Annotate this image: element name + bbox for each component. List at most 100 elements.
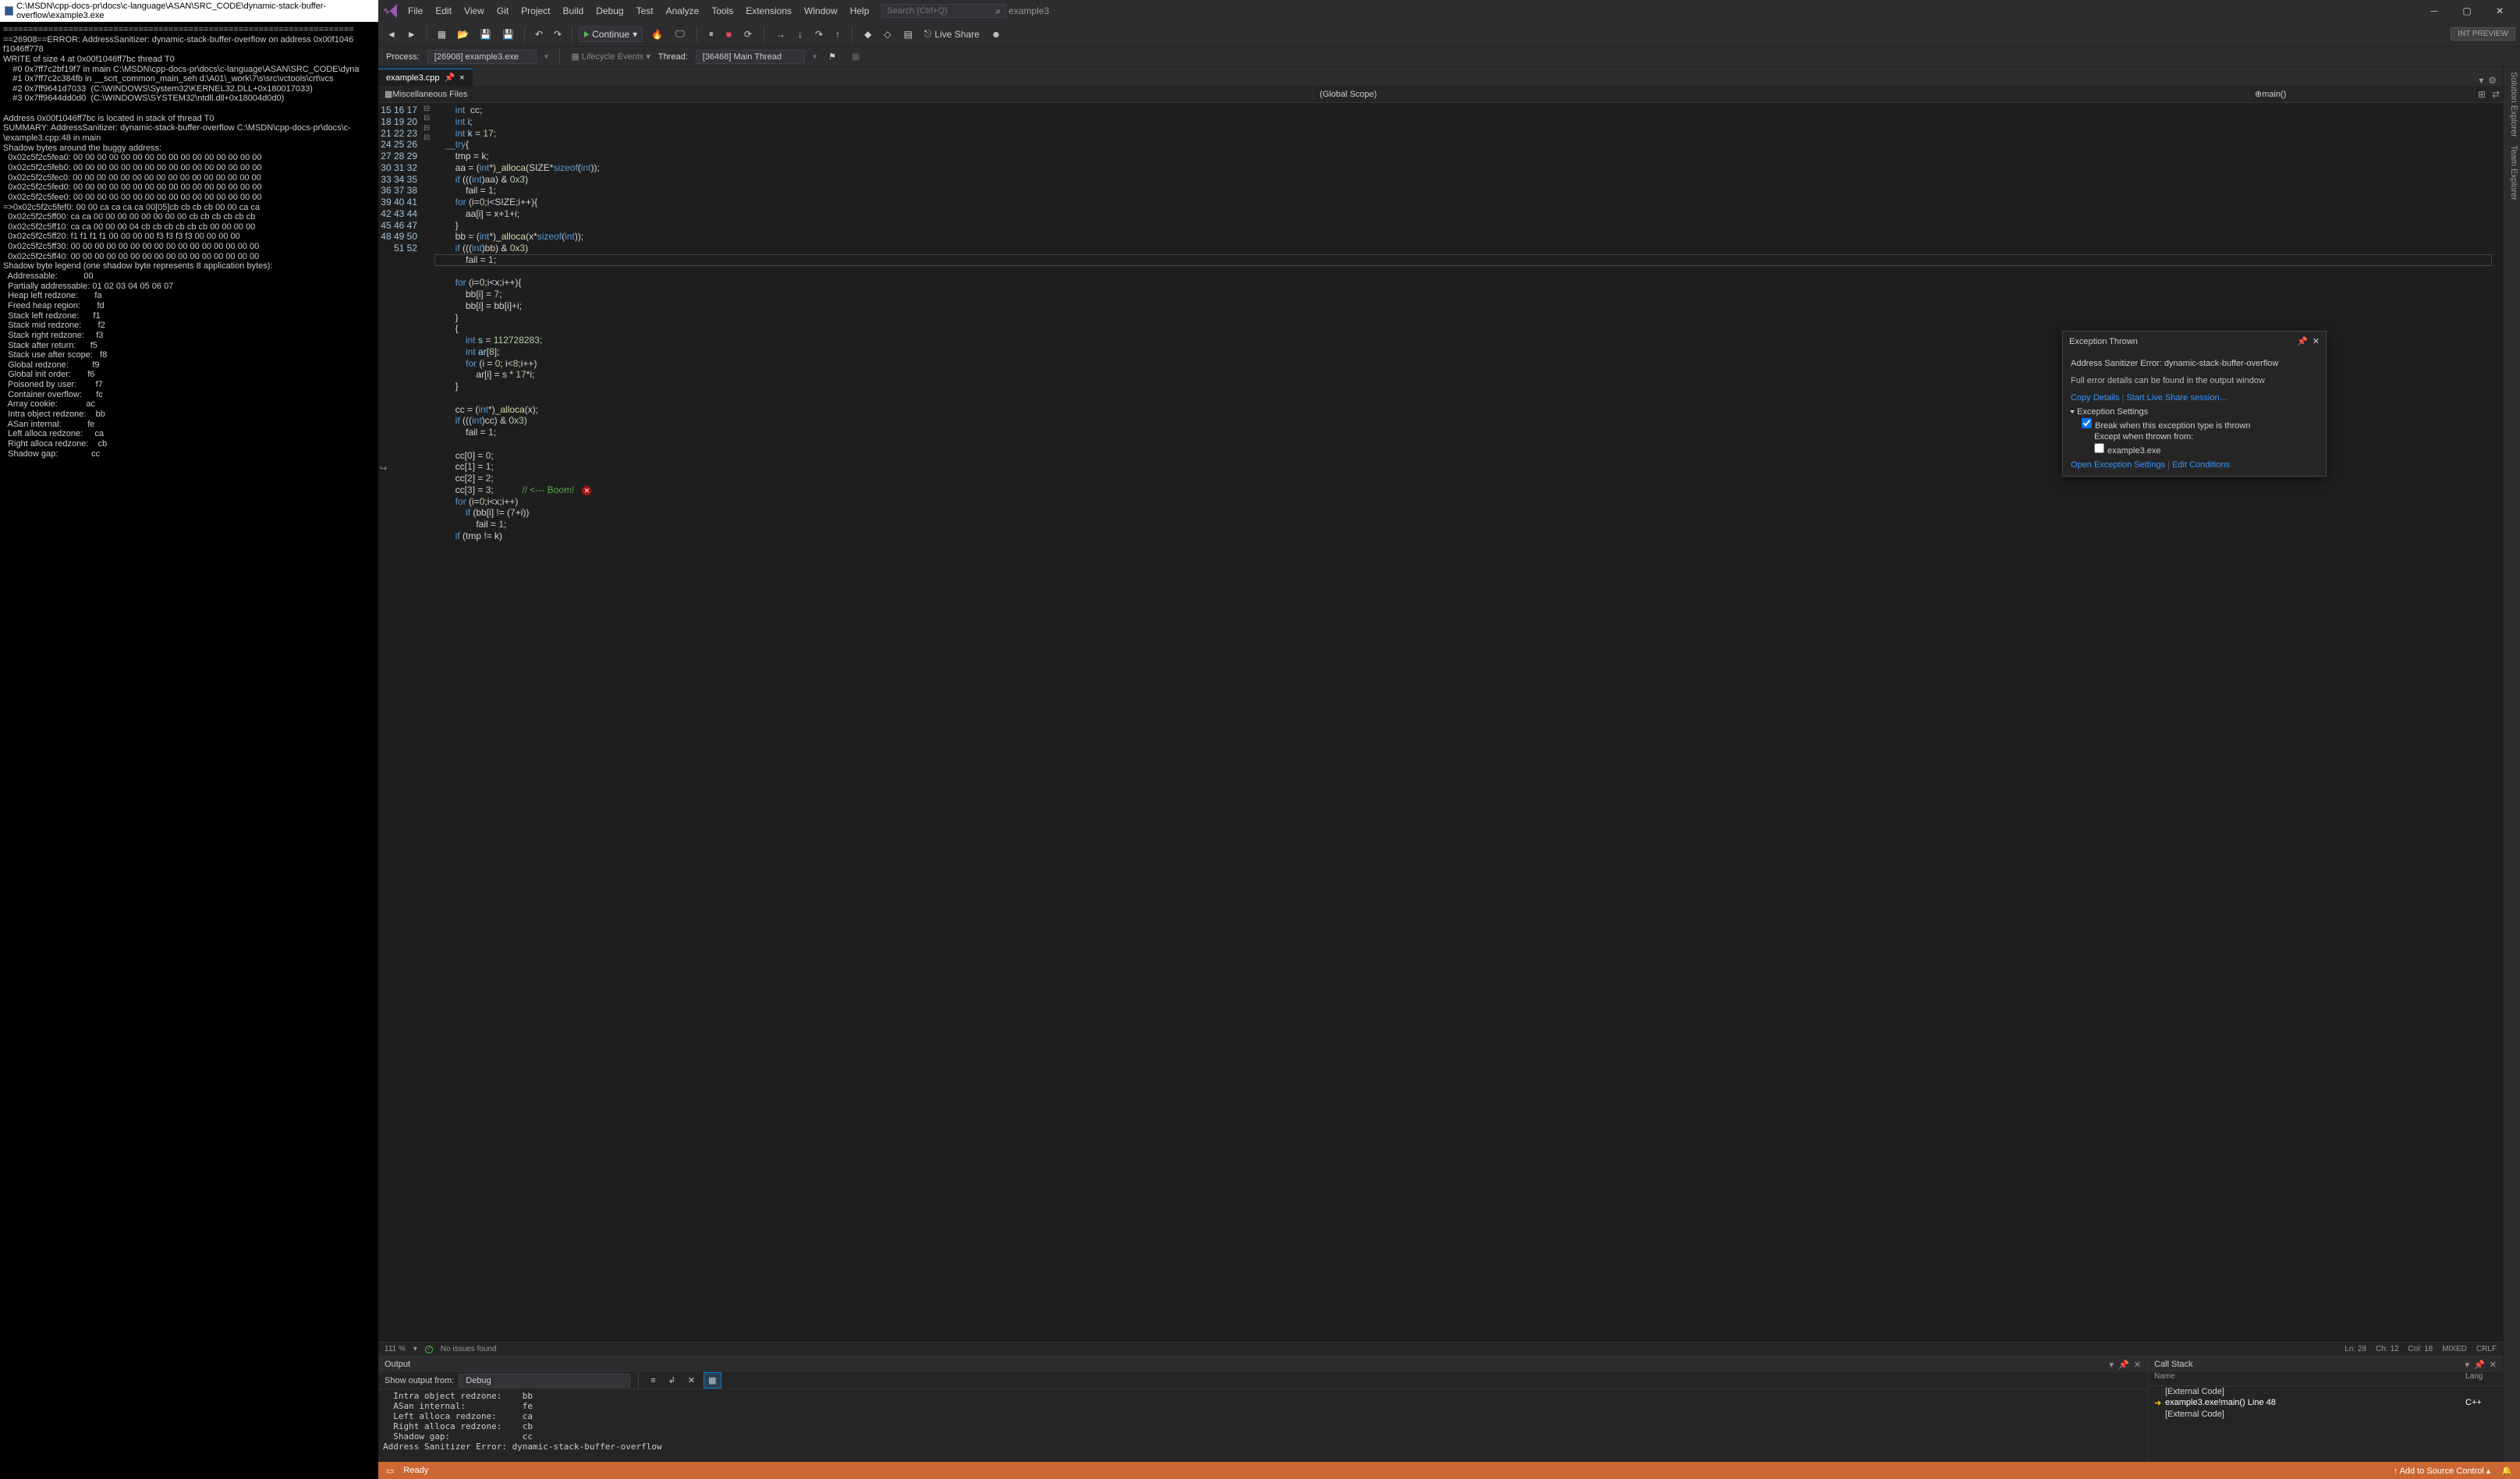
close-panel-button[interactable]: ✕: [2134, 1360, 2141, 1370]
menu-help[interactable]: Help: [844, 2, 876, 20]
close-panel-button[interactable]: ✕: [2490, 1360, 2497, 1370]
pin-icon[interactable]: 📌: [2474, 1360, 2485, 1370]
zoom-label[interactable]: 111 %: [385, 1345, 406, 1353]
swap-icon[interactable]: ⇄: [2489, 89, 2503, 100]
maximize-button[interactable]: ▢: [2451, 2, 2483, 20]
thread-label: Thread:: [658, 52, 688, 62]
menu-view[interactable]: View: [458, 2, 491, 20]
code-body[interactable]: int cc; int i; int k = 17; __try{ tmp = …: [434, 103, 2503, 1342]
pin-icon[interactable]: 📌: [2297, 336, 2308, 346]
exception-popup: Exception Thrown 📌 ✕ Address Sanitizer E…: [2062, 331, 2327, 477]
menu-window[interactable]: Window: [798, 2, 844, 20]
nav-project-dropdown[interactable]: ▦ Miscellaneous Files: [378, 87, 1313, 101]
start-live-share-link[interactable]: Start Live Share session...: [2126, 393, 2226, 403]
close-button[interactable]: ✕: [2484, 2, 2515, 20]
open-exception-settings-link[interactable]: Open Exception Settings: [2071, 460, 2165, 470]
nav-back-button[interactable]: ◄: [383, 27, 400, 42]
statusbar-icon: ▭: [386, 1466, 394, 1476]
panel-position-icon[interactable]: ▾: [2110, 1360, 2114, 1370]
process-dropdown[interactable]: [26908] example3.exe: [427, 50, 537, 64]
step-into-button[interactable]: ↓: [794, 27, 806, 42]
break-checkbox[interactable]: Break when this exception type is thrown: [2082, 421, 2250, 431]
break-all-button[interactable]: ⏸: [705, 26, 718, 42]
flag-icon[interactable]: ⚑: [824, 49, 840, 64]
restart-button[interactable]: ⟳: [740, 27, 756, 42]
output-toolbar: Show output from: Debug ≡ ↲ ✕ ▦: [378, 1372, 2147, 1389]
menu-project[interactable]: Project: [515, 2, 556, 20]
pin-icon[interactable]: 📌: [445, 73, 455, 83]
menu-edit[interactable]: Edit: [429, 2, 458, 20]
callstack-row[interactable]: ➜example3.exe!main() Line 48C++: [2148, 1397, 2503, 1409]
search-icon[interactable]: ⌕: [995, 5, 1001, 17]
feedback-button[interactable]: ☻: [987, 27, 1005, 42]
nav-member-dropdown[interactable]: ⊕ main(): [2249, 87, 2475, 101]
panel-position-icon[interactable]: ▾: [2465, 1360, 2470, 1370]
line-number-gutter: 15 16 17 18 19 20 21 22 23 24 25 26 27 2…: [378, 103, 424, 1342]
continue-button[interactable]: Continue ▾: [579, 27, 643, 42]
menu-analyze[interactable]: Analyze: [660, 2, 706, 20]
callstack-body[interactable]: [External Code]➜example3.exe!main() Line…: [2148, 1386, 2503, 1462]
tab-dropdown-icon[interactable]: ▾: [2479, 75, 2483, 86]
undo-button[interactable]: ↶: [531, 27, 547, 42]
nav-fwd-button[interactable]: ►: [403, 27, 420, 42]
tool-icon-2[interactable]: ◇: [880, 27, 895, 42]
split-icon[interactable]: ⊞: [2475, 89, 2489, 100]
save-all-button[interactable]: 💾: [498, 27, 518, 42]
save-button[interactable]: 💾: [476, 27, 495, 42]
add-source-control-button[interactable]: ↑ Add to Source Control ▴: [2394, 1466, 2491, 1476]
stack-frame-icon[interactable]: ▦: [848, 49, 863, 64]
zoom-dropdown-icon[interactable]: ▾: [413, 1345, 417, 1353]
lifecycle-button[interactable]: ▦ Lifecycle Events ▾: [571, 51, 650, 62]
menu-test[interactable]: Test: [630, 2, 660, 20]
except-item-checkbox[interactable]: example3.exe: [2094, 446, 2161, 456]
callstack-row[interactable]: [External Code]: [2148, 1386, 2503, 1397]
minimize-button[interactable]: ─: [2419, 2, 2450, 20]
copy-details-link[interactable]: Copy Details: [2071, 393, 2119, 403]
menu-build[interactable]: Build: [557, 2, 590, 20]
exception-settings-head[interactable]: Exception Settings: [2077, 407, 2148, 417]
menu-git[interactable]: Git: [491, 2, 515, 20]
edit-conditions-link[interactable]: Edit Conditions: [2172, 460, 2230, 470]
solution-explorer-tab[interactable]: Solution Explorer: [2505, 72, 2518, 137]
nav-scope-dropdown[interactable]: (Global Scope): [1313, 88, 2249, 101]
pin-icon[interactable]: 📌: [2118, 1360, 2129, 1370]
editor-status-strip: 111 % ▾ No issues found Ln: 28 Ch: 12 Co…: [378, 1342, 2503, 1356]
callstack-row[interactable]: [External Code]: [2148, 1409, 2503, 1420]
step-out-button[interactable]: ↑: [831, 27, 844, 42]
output-body[interactable]: Intra object redzone: bb ASan internal: …: [378, 1389, 2147, 1462]
new-button[interactable]: ▦: [434, 27, 450, 42]
search-input[interactable]: [881, 4, 1006, 18]
output-tool-icon[interactable]: ≡: [647, 1374, 659, 1388]
menu-file[interactable]: File: [402, 2, 429, 20]
code-editor[interactable]: 15 16 17 18 19 20 21 22 23 24 25 26 27 2…: [378, 103, 2503, 1342]
notifications-icon[interactable]: 🔔: [2501, 1466, 2512, 1476]
folding-column[interactable]: ⊟ ⊟ ⊟ ⊟: [424, 103, 434, 1342]
menu-tools[interactable]: Tools: [705, 2, 739, 20]
show-next-button[interactable]: →: [772, 27, 789, 42]
tool-icon-3[interactable]: ▤: [900, 27, 916, 42]
menu-extensions[interactable]: Extensions: [739, 2, 798, 20]
stop-button[interactable]: ■: [722, 27, 735, 42]
output-clear-icon[interactable]: ✕: [684, 1373, 699, 1388]
output-source-dropdown[interactable]: Debug: [459, 1374, 630, 1388]
redo-button[interactable]: ↷: [550, 27, 565, 42]
team-explorer-tab[interactable]: Team Explorer: [2505, 145, 2518, 200]
menu-debug[interactable]: Debug: [590, 2, 629, 20]
output-wordwrap-icon[interactable]: ↲: [665, 1373, 679, 1388]
tab-settings-icon[interactable]: ⚙: [2488, 75, 2497, 86]
char-label: Ch: 12: [2376, 1345, 2398, 1353]
live-share-button[interactable]: ⎋ Live Share: [920, 28, 984, 40]
output-toggle-icon[interactable]: ▦: [704, 1372, 721, 1389]
browser-button[interactable]: 🖵: [672, 26, 689, 42]
thread-dropdown[interactable]: [36468] Main Thread: [696, 50, 805, 64]
tab-example3[interactable]: example3.cpp 📌 ×: [378, 69, 473, 86]
tool-icon-1[interactable]: ◆: [860, 27, 875, 42]
close-tab-button[interactable]: ×: [459, 73, 464, 83]
dropdown-icon[interactable]: ▾: [633, 29, 637, 40]
callstack-col-name: Name: [2154, 1372, 2465, 1385]
close-exception-button[interactable]: ✕: [2313, 336, 2320, 346]
open-button[interactable]: 📂: [453, 27, 473, 42]
debug-location-toolbar: Process: [26908] example3.exe ▾ ▦ Lifecy…: [378, 47, 2520, 67]
hot-reload-button[interactable]: 🔥: [647, 27, 667, 42]
step-over-button[interactable]: ↷: [811, 27, 827, 42]
